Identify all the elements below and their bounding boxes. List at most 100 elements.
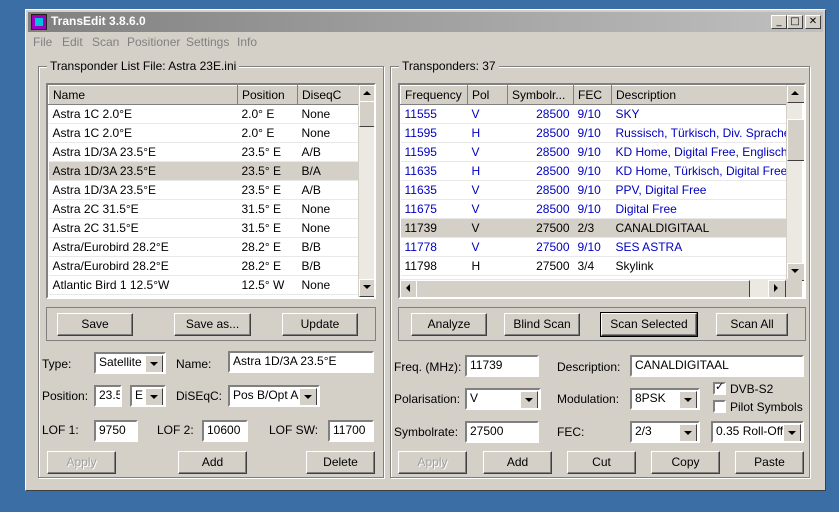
update-button[interactable]: Update — [282, 313, 358, 336]
fec-value: 2/3 — [635, 424, 652, 438]
menu-positioner[interactable]: Positioner — [127, 35, 180, 49]
chevron-down-icon[interactable] — [679, 424, 697, 441]
type-select[interactable]: Satellite — [94, 352, 166, 374]
cell-position: 28.2° E — [237, 256, 298, 276]
col-frequency[interactable]: Frequency — [400, 85, 468, 105]
dvbs2-checkbox[interactable] — [713, 380, 726, 395]
menu-scan[interactable]: Scan — [92, 35, 119, 49]
delete-button[interactable]: Delete — [306, 451, 375, 474]
description-field[interactable]: CANALDIGITAAL — [630, 355, 804, 377]
lof1-field[interactable]: 9750 — [94, 420, 138, 442]
minimize-icon[interactable]: _ — [771, 15, 787, 29]
scan-selected-button[interactable]: Scan Selected — [600, 312, 698, 337]
col-symbolrate[interactable]: Symbolr... — [507, 85, 574, 105]
cell-frequency: 11555 — [400, 104, 468, 124]
cell-frequency: 11635 — [400, 161, 468, 181]
chevron-down-icon[interactable] — [520, 391, 538, 408]
scan-all-button[interactable]: Scan All — [716, 313, 788, 336]
table-row[interactable]: 11778 V 27500 9/10 SES ASTRA — [400, 237, 787, 257]
fec-select[interactable]: 2/3 — [630, 421, 700, 443]
table-row[interactable]: 11595 V 28500 9/10 KD Home, Digital Free, En… — [400, 142, 787, 162]
scroll-thumb[interactable] — [359, 101, 374, 127]
freq-field[interactable]: 11739 — [465, 355, 539, 377]
chevron-down-icon[interactable] — [145, 388, 163, 405]
paste-button[interactable]: Paste — [735, 451, 804, 474]
main-window: TransEdit 3.8.6.0 _ □ ✕ File Edit Scan P… — [25, 9, 826, 491]
table-row[interactable]: Astra/Eurobird 28.2°E 28.2° E B/B — [48, 256, 361, 276]
table-row[interactable]: 11798 H 27500 3/4 Skylink — [400, 256, 787, 276]
add-button[interactable]: Add — [178, 451, 247, 474]
title-bar[interactable]: TransEdit 3.8.6.0 _ □ ✕ — [28, 12, 823, 32]
right-list-hscrollbar[interactable] — [400, 279, 786, 297]
col-fec[interactable]: FEC — [573, 85, 612, 105]
table-row[interactable]: Astra 1C 2.0°E 2.0° E None — [48, 104, 361, 124]
table-row[interactable]: Astra 1D/3A 23.5°E 23.5° E A/B — [48, 142, 361, 162]
cell-fec: 9/10 — [573, 199, 612, 219]
analyze-button[interactable]: Analyze — [411, 313, 487, 336]
col-diseqc[interactable]: DiseqC — [297, 85, 361, 105]
scroll-right-icon[interactable] — [768, 280, 786, 297]
chevron-down-icon[interactable] — [145, 355, 163, 372]
table-row[interactable]: Astra 2C 31.5°E 31.5° E None — [48, 199, 361, 219]
scroll-down-icon[interactable] — [359, 279, 374, 297]
left-list-scrollbar[interactable] — [358, 85, 374, 297]
table-row[interactable]: Astra 2C 31.5°E 31.5° E None — [48, 218, 361, 238]
menu-settings[interactable]: Settings — [186, 35, 229, 49]
close-icon[interactable]: ✕ — [805, 15, 821, 29]
rolloff-select[interactable]: 0.35 Roll-Off — [711, 421, 804, 443]
table-row[interactable]: 11595 H 28500 9/10 Russisch, Türkisch, Div. … — [400, 123, 787, 143]
table-row[interactable]: 11635 V 28500 9/10 PPV, Digital Free — [400, 180, 787, 200]
right-add-button[interactable]: Add — [483, 451, 552, 474]
lofsw-field[interactable]: 11700 — [328, 420, 374, 442]
position-field[interactable]: 23.5 — [94, 385, 122, 407]
table-row[interactable]: Astra 1D/3A 23.5°E 23.5° E B/A — [48, 161, 361, 181]
pilot-symbols-checkbox[interactable] — [713, 400, 726, 413]
col-pol[interactable]: Pol — [467, 85, 508, 105]
menu-file[interactable]: File — [33, 35, 52, 49]
cell-position: 12.5° W — [237, 275, 298, 295]
save-as-button[interactable]: Save as... — [174, 313, 251, 336]
cell-fec: 9/10 — [573, 142, 612, 162]
right-list-scrollbar[interactable] — [786, 85, 804, 281]
modulation-select[interactable]: 8PSK — [630, 388, 700, 410]
name-field[interactable]: Astra 1D/3A 23.5°E — [228, 351, 374, 373]
blind-scan-button[interactable]: Blind Scan — [504, 313, 580, 336]
table-row[interactable]: 11675 V 28500 9/10 Digital Free — [400, 199, 787, 219]
table-row[interactable]: Astra/Eurobird 28.2°E 28.2° E B/B — [48, 237, 361, 257]
polarisation-select[interactable]: V — [465, 388, 541, 410]
chevron-down-icon[interactable] — [783, 424, 801, 441]
table-row[interactable]: Astra 1C 2.0°E 2.0° E None — [48, 123, 361, 143]
table-row[interactable]: 11739 V 27500 2/3 CANALDIGITAAL — [400, 218, 787, 238]
cell-description: Russisch, Türkisch, Div. Sprachen — [611, 123, 787, 143]
lof2-field[interactable]: 10600 — [202, 420, 248, 442]
copy-button[interactable]: Copy — [651, 451, 720, 474]
position-direction-select[interactable]: E — [130, 385, 166, 407]
diseqc-label: DiSEqC: — [176, 389, 223, 403]
apply-button[interactable]: Apply — [47, 451, 116, 474]
save-button[interactable]: Save — [57, 313, 133, 336]
cell-description: CANALDIGITAAL — [611, 218, 787, 238]
scroll-up-icon[interactable] — [787, 85, 804, 103]
menu-info[interactable]: Info — [237, 35, 257, 49]
table-row[interactable]: 11555 V 28500 9/10 SKY — [400, 104, 787, 124]
cell-pol: V — [467, 218, 508, 238]
satellite-list[interactable]: Name Position DiseqC Astra 1C 2.0°E 2.0° … — [46, 83, 376, 299]
menu-edit[interactable]: Edit — [62, 35, 83, 49]
table-row[interactable]: Atlantic Bird 1 12.5°W 12.5° W None — [48, 275, 361, 295]
chevron-down-icon[interactable] — [299, 388, 317, 405]
col-description[interactable]: Description — [611, 85, 787, 105]
app-icon[interactable] — [31, 14, 47, 30]
maximize-icon[interactable]: □ — [787, 15, 803, 29]
symbolrate-field[interactable]: 27500 — [465, 421, 539, 443]
diseqc-select[interactable]: Pos B/Opt A — [228, 385, 320, 407]
right-apply-button[interactable]: Apply — [398, 451, 467, 474]
chevron-down-icon[interactable] — [679, 391, 697, 408]
table-row[interactable]: 11635 H 28500 9/10 KD Home, Türkisch, Digita… — [400, 161, 787, 181]
transponder-list[interactable]: Frequency Pol Symbolr... FEC Description… — [398, 83, 806, 299]
cut-button[interactable]: Cut — [567, 451, 636, 474]
col-position[interactable]: Position — [237, 85, 298, 105]
col-name[interactable]: Name — [48, 85, 238, 105]
scroll-thumb[interactable] — [787, 119, 804, 161]
table-row[interactable]: Astra 1D/3A 23.5°E 23.5° E A/B — [48, 180, 361, 200]
hscroll-thumb[interactable] — [416, 280, 750, 297]
